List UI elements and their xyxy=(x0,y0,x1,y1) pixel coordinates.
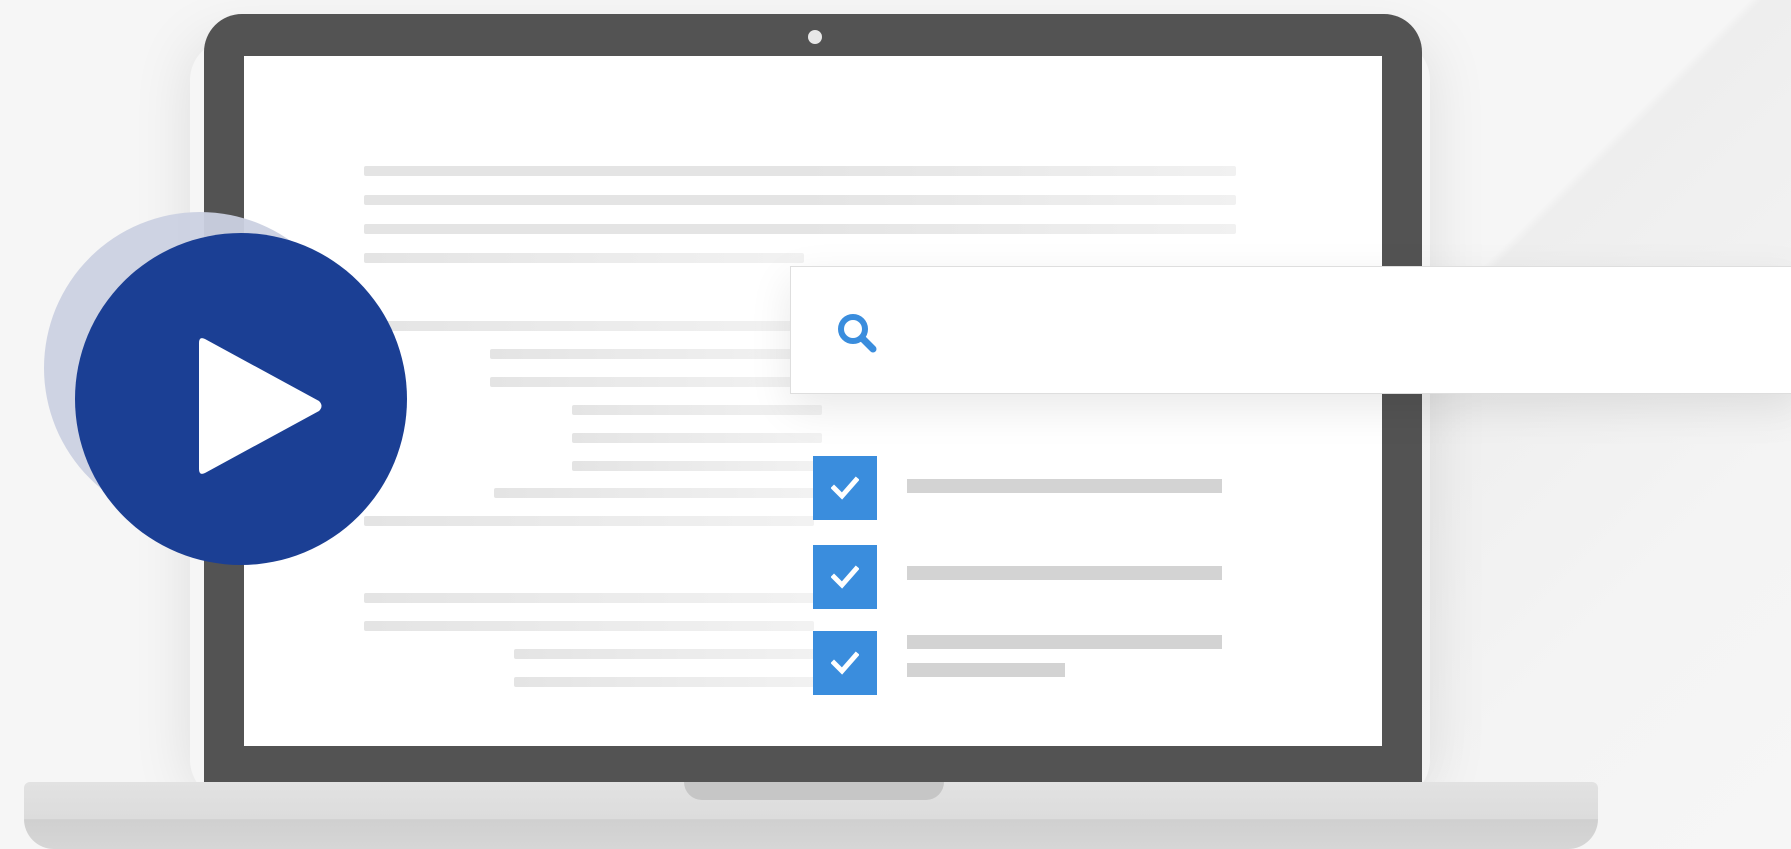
laptop-base-notch xyxy=(684,782,944,800)
document-line xyxy=(364,166,1236,176)
laptop-screen xyxy=(244,56,1382,746)
checkbox[interactable] xyxy=(813,456,877,520)
checkmark-icon xyxy=(831,565,859,589)
play-button[interactable] xyxy=(75,233,407,565)
document-line xyxy=(514,677,824,687)
document-line xyxy=(364,321,804,331)
document-line xyxy=(572,461,822,471)
document-line xyxy=(364,516,814,526)
play-icon xyxy=(199,338,322,474)
task-line xyxy=(907,566,1222,580)
document-line xyxy=(364,621,814,631)
document-line xyxy=(364,253,804,263)
checkmark-icon xyxy=(831,476,859,500)
document-line xyxy=(490,349,810,359)
document-line xyxy=(572,433,822,443)
search-bar[interactable] xyxy=(790,266,1791,394)
document-line xyxy=(514,649,824,659)
document-line xyxy=(364,195,1236,205)
document-line xyxy=(364,224,1236,234)
task-line xyxy=(907,663,1065,677)
document-line xyxy=(494,488,814,498)
document-line xyxy=(364,593,814,603)
task-line xyxy=(907,479,1222,493)
checkbox[interactable] xyxy=(813,631,877,695)
checkmark-icon xyxy=(831,651,859,675)
task-line xyxy=(907,635,1222,649)
document-line xyxy=(572,405,822,415)
search-icon xyxy=(838,314,877,353)
checkbox[interactable] xyxy=(813,545,877,609)
camera-icon xyxy=(808,30,822,44)
document-line xyxy=(490,377,810,387)
